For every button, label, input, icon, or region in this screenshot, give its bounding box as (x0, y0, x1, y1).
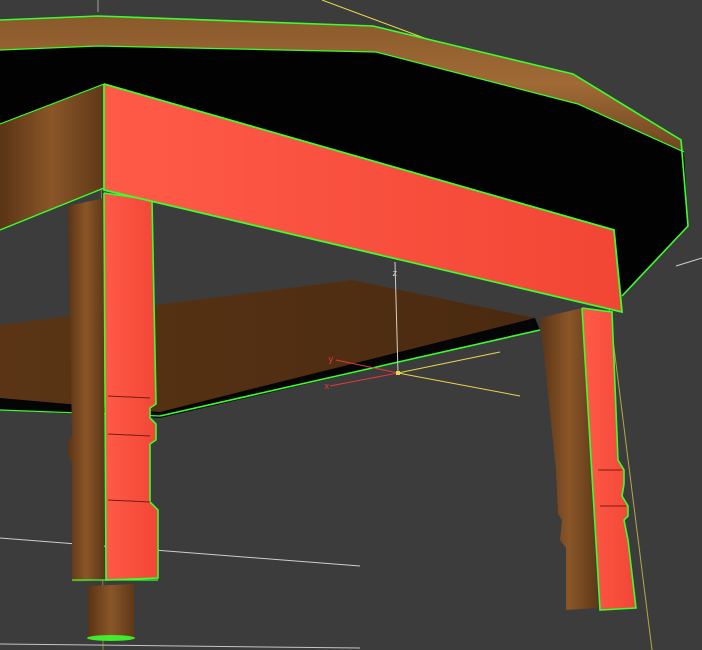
leg-front-face (104, 193, 158, 580)
3d-viewport[interactable]: z x y (0, 0, 702, 650)
y-axis-line (397, 372, 521, 397)
grid-line (675, 257, 702, 267)
grid-line (0, 643, 361, 649)
leg-side (68, 198, 104, 582)
gizmo-y-label: y (328, 355, 334, 365)
front-left-leg[interactable] (68, 192, 159, 641)
leg-foot (88, 584, 134, 640)
grid-line (0, 537, 361, 567)
gizmo-z-label: z (392, 269, 397, 279)
gizmo-x-label: x (324, 382, 330, 392)
gizmo-pivot (396, 371, 400, 375)
front-right-leg[interactable] (540, 307, 637, 611)
leg-foot-base (87, 635, 135, 641)
viewport-scene[interactable]: z x y (0, 0, 702, 650)
